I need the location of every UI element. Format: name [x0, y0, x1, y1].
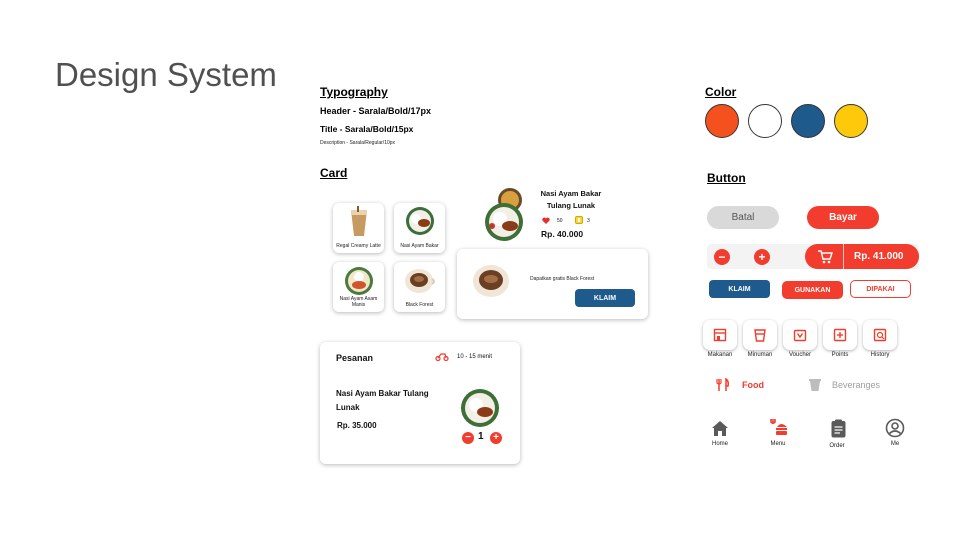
category-makanan[interactable]	[703, 320, 737, 350]
small-card-label: Black Forest	[405, 302, 434, 308]
used-button[interactable]: DIPAKAI	[850, 280, 911, 298]
category-label: Makanan	[707, 352, 733, 358]
category-history[interactable]	[863, 320, 897, 350]
voucher-text: Dapatkan gratis Black Forest	[530, 276, 595, 282]
cart-increase-button[interactable]: +	[754, 249, 770, 265]
order-dish-image	[461, 389, 499, 427]
rice-dish-icon	[345, 267, 373, 295]
small-card-label: Nasi Ayam Bakar	[400, 243, 439, 249]
order-title: Pesanan	[336, 353, 374, 363]
rating-count: 3	[587, 218, 590, 224]
color-swatch-yellow	[834, 104, 868, 138]
history-icon	[873, 328, 887, 342]
drink-icon	[809, 379, 821, 391]
cart-icon	[818, 249, 833, 263]
product-name-line2: Tulang Lunak	[546, 201, 596, 210]
use-button[interactable]: GUNAKAN	[782, 281, 843, 299]
pay-button[interactable]: Bayar	[807, 206, 879, 229]
nav-home-label: Home	[711, 441, 728, 447]
product-card-nasi-ayam-bakar[interactable]: Nasi Ayam Bakar	[394, 203, 445, 253]
scooter-icon	[435, 353, 449, 361]
category-points[interactable]	[823, 320, 857, 350]
cutlery-icon	[716, 378, 729, 391]
home-icon[interactable]	[711, 420, 729, 437]
color-swatch-white	[748, 104, 782, 138]
category-minuman[interactable]	[743, 320, 777, 350]
tab-food-label: Food	[742, 380, 764, 390]
likes-count: 50	[557, 218, 563, 224]
order-card: Pesanan 10 - 15 menit Nasi Ayam Bakar Tu…	[320, 342, 520, 464]
decrease-quantity-button[interactable]: −	[462, 432, 474, 444]
store-icon	[713, 328, 727, 342]
cart-total: Rp. 41.000	[854, 251, 904, 262]
cart-decrease-button[interactable]: −	[714, 249, 730, 265]
profile-icon[interactable]	[885, 418, 905, 438]
card-heading: Card	[320, 166, 348, 180]
product-card-latte[interactable]: Regal Creamy Latte	[333, 203, 384, 253]
product-price: Rp. 40.000	[541, 229, 584, 239]
checkout-button[interactable]: Rp. 41.000	[805, 244, 919, 269]
category-label: Voucher	[788, 352, 812, 358]
order-item-name-line2: Lunak	[336, 403, 360, 412]
nav-order-label: Order	[829, 443, 845, 449]
order-item-price: Rp. 35.000	[337, 421, 377, 430]
page-title: Design System	[55, 56, 277, 93]
category-label: History	[870, 352, 890, 358]
latte-drink-icon	[351, 206, 367, 236]
claim-voucher-button[interactable]: KLAIM	[575, 289, 635, 307]
color-swatch-blue	[791, 104, 825, 138]
coffee-cup-icon	[405, 269, 435, 293]
order-icon[interactable]	[831, 419, 846, 438]
nav-menu-label: Menu	[770, 441, 786, 447]
small-card-label: Regal Creamy Latte	[336, 243, 381, 249]
menu-icon[interactable]	[768, 417, 788, 437]
heart-icon	[542, 217, 550, 224]
voucher-card: Dapatkan gratis Black Forest KLAIM	[457, 249, 648, 319]
rice-dish-icon	[406, 207, 434, 235]
category-label: Points	[831, 352, 849, 358]
product-card-nasi-asam-manis[interactable]: Nasi Ayam Asam Manis	[333, 262, 384, 312]
delivery-time: 10 - 15 menit	[457, 354, 493, 360]
cup-icon	[754, 329, 766, 342]
increase-quantity-button[interactable]: +	[490, 432, 502, 444]
typography-heading: Typography	[320, 85, 388, 99]
voucher-icon	[793, 329, 807, 342]
tab-beverages-label: Beveranges	[832, 380, 881, 390]
header-spec: Header - Sarala/Bold/17px	[320, 106, 432, 116]
description-spec: Description - Sarala/Regular/10px	[320, 140, 396, 146]
category-label: Minuman	[747, 352, 773, 358]
product-name-line1: Nasi Ayam Bakar	[540, 189, 602, 198]
rating-icon	[575, 216, 583, 224]
title-spec: Title - Sarala/Bold/15px	[320, 124, 414, 134]
nav-me-label: Me	[890, 441, 900, 447]
checkout-divider	[843, 244, 844, 269]
color-heading: Color	[705, 85, 737, 99]
product-dish-image	[485, 188, 523, 241]
small-card-label: Nasi Ayam Asam Manis	[339, 296, 378, 308]
order-item-name-line1: Nasi Ayam Bakar Tulang	[336, 389, 429, 398]
product-card-black-forest[interactable]: Black Forest	[394, 262, 445, 312]
button-heading: Button	[707, 171, 746, 185]
color-swatch-orange	[705, 104, 739, 138]
category-voucher[interactable]	[783, 320, 817, 350]
tab-food[interactable]: Food	[716, 378, 764, 392]
tab-beverages[interactable]: Beveranges	[808, 378, 880, 392]
coffee-cup-icon	[473, 265, 509, 297]
points-icon	[833, 328, 847, 342]
cancel-button[interactable]: Batal	[707, 206, 779, 229]
claim-button[interactable]: KLAIM	[709, 280, 770, 298]
order-quantity: 1	[478, 431, 484, 442]
